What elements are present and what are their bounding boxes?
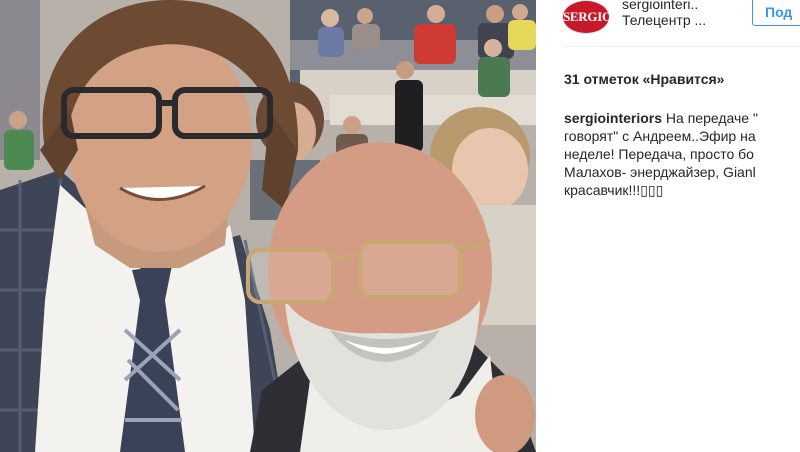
caption-line-3: неделе! Передача, просто бо	[564, 146, 754, 162]
post-caption: sergiointeriors На передаче " говорят" с…	[564, 109, 800, 199]
caption-author-link[interactable]: sergiointeriors	[564, 110, 662, 126]
post-sidebar: SERGIO sergiointeri.. Телецентр ... Под …	[536, 0, 800, 452]
post-photo-illustration	[0, 0, 536, 452]
caption-line-1: sergiointeriors На передаче "	[564, 109, 800, 127]
location-link[interactable]: Телецентр ...	[622, 12, 706, 28]
caption-line-5: красавчик!!!▯▯▯	[564, 182, 664, 198]
follow-button[interactable]: Под	[752, 0, 800, 26]
avatar[interactable]: SERGIO	[562, 0, 612, 34]
username-link[interactable]: sergiointeri..	[622, 0, 698, 12]
post-header: SERGIO sergiointeri.. Телецентр ... Под	[536, 0, 800, 46]
caption-line-2: говорят" с Андреем..Эфир на	[564, 128, 756, 144]
post-photo[interactable]	[0, 0, 536, 452]
caption-line-1-text: На передаче "	[662, 110, 758, 126]
avatar-logo-text: SERGIO	[563, 9, 612, 24]
header-divider	[564, 46, 800, 47]
caption-line-4: Малахов- энерджайзер, Gianl	[564, 164, 756, 180]
likes-count[interactable]: 31 отметок «Нравится»	[564, 71, 724, 87]
